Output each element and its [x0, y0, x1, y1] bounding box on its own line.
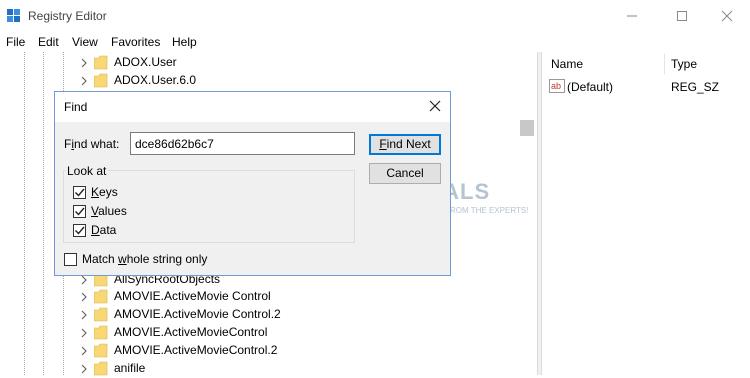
find-what-input[interactable]: [130, 132, 355, 155]
look-at-label: Look at: [65, 164, 109, 178]
menu-file[interactable]: File: [6, 35, 25, 49]
tree-item-label: ADOX.User.6.0: [114, 73, 197, 87]
checkmark-icon: [75, 207, 85, 216]
checkbox-box[interactable]: [73, 224, 86, 237]
value-row[interactable]: ab (Default) REG_SZ: [542, 79, 750, 97]
column-divider[interactable]: [664, 54, 665, 74]
folder-icon: [94, 55, 108, 70]
chevron-right-icon[interactable]: [79, 364, 89, 374]
chevron-right-icon[interactable]: [79, 292, 89, 302]
menu-edit[interactable]: Edit: [38, 35, 59, 49]
dialog-title: Find: [64, 100, 88, 114]
menu-bar: File Edit View Favorites Help: [0, 32, 750, 52]
close-button[interactable]: [704, 0, 750, 32]
find-next-button[interactable]: Find Next: [369, 134, 441, 155]
tree-item[interactable]: AMOVIE.ActiveMovie Control.2: [0, 306, 480, 324]
tree-item-label: AMOVIE.ActiveMovieControl.2: [114, 343, 278, 357]
find-dialog: Find Find what: Find Next Cancel Look at…: [54, 91, 451, 276]
maximize-button[interactable]: [659, 0, 705, 32]
keys-label: Keys: [91, 185, 118, 199]
title-bar: Registry Editor: [0, 0, 750, 32]
checkbox-box[interactable]: [73, 186, 86, 199]
svg-text:ab: ab: [551, 81, 561, 91]
tree-item-label: AMOVIE.ActiveMovieControl: [114, 325, 268, 339]
folder-icon: [94, 307, 108, 322]
registry-editor-icon: [7, 9, 20, 22]
string-value-icon: ab: [549, 79, 565, 93]
tree-item-label: anifile: [114, 361, 146, 375]
match-whole-string-label: Match whole string only: [82, 252, 208, 266]
chevron-right-icon[interactable]: [79, 328, 89, 338]
window-title: Registry Editor: [28, 9, 107, 23]
tree-item[interactable]: AMOVIE.ActiveMovie Control: [0, 288, 480, 306]
chevron-right-icon[interactable]: [79, 275, 89, 285]
menu-favorites[interactable]: Favorites: [111, 35, 160, 49]
folder-icon: [94, 325, 108, 340]
chevron-right-icon[interactable]: [79, 310, 89, 320]
folder-icon: [94, 343, 108, 358]
chevron-right-icon[interactable]: [79, 58, 89, 68]
dialog-title-bar: Find: [55, 92, 450, 122]
value-type: REG_SZ: [671, 80, 720, 94]
folder-icon: [94, 289, 108, 304]
chevron-right-icon[interactable]: [79, 346, 89, 356]
close-icon: [721, 10, 733, 22]
cancel-button[interactable]: Cancel: [369, 163, 441, 184]
find-what-label: Find what:: [64, 137, 120, 151]
tree-item[interactable]: ADOX.User.6.0: [0, 72, 480, 90]
data-label: Data: [91, 223, 117, 237]
column-header-type[interactable]: Type: [671, 52, 697, 76]
tree-item-label: AMOVIE.ActiveMovie Control: [114, 289, 271, 303]
tree-scrollbar-thumb[interactable]: [520, 120, 534, 136]
chevron-right-icon[interactable]: [79, 76, 89, 86]
value-name: (Default): [567, 80, 614, 94]
values-pane[interactable]: Name Type ab (Default) REG_SZ: [542, 52, 750, 375]
tree-item[interactable]: anifile: [0, 360, 480, 378]
tree-item[interactable]: ADOX.User: [0, 54, 480, 72]
tree-item-label: AMOVIE.ActiveMovie Control.2: [114, 307, 281, 321]
checkbox-box[interactable]: [73, 205, 86, 218]
menu-help[interactable]: Help: [172, 35, 197, 49]
tree-item[interactable]: AMOVIE.ActiveMovieControl.2: [0, 342, 480, 360]
tree-item-label: ADOX.User: [114, 55, 177, 69]
maximize-icon: [677, 11, 687, 21]
tree-item[interactable]: AMOVIE.ActiveMovieControl: [0, 324, 480, 342]
folder-icon: [94, 361, 108, 376]
menu-view[interactable]: View: [72, 35, 98, 49]
column-header-name[interactable]: Name: [551, 52, 583, 76]
minimize-button[interactable]: [609, 0, 655, 32]
checkbox-box[interactable]: [64, 253, 77, 266]
checkmark-icon: [75, 226, 85, 235]
checkmark-icon: [75, 188, 85, 197]
folder-icon: [94, 73, 108, 88]
minimize-icon: [627, 15, 637, 17]
values-label: Values: [91, 204, 127, 218]
dialog-close-icon[interactable]: [427, 98, 443, 114]
